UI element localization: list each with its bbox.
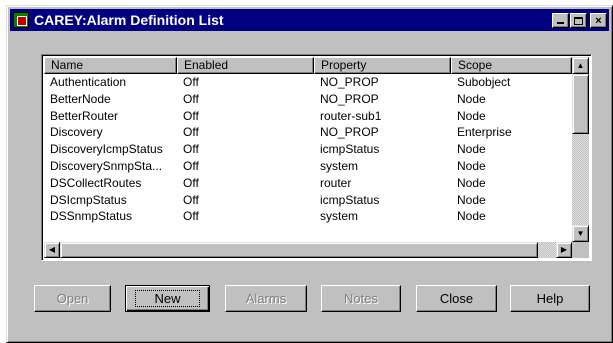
list-item[interactable]: DiscoverySnmpSta... Off system Node — [44, 158, 572, 175]
cell-name: BetterRouter — [50, 108, 119, 123]
cell-property: icmpStatus — [320, 142, 380, 157]
cell-scope: Enterprise — [457, 125, 512, 140]
cell-scope: Node — [457, 209, 486, 224]
cell-name: DiscoveryIcmpStatus — [50, 142, 163, 157]
column-header-enabled[interactable]: Enabled — [177, 57, 314, 74]
cell-name: Discovery — [50, 125, 103, 140]
list-item[interactable]: BetterRouter Off router-sub1 Node — [44, 108, 572, 125]
horizontal-scroll-thumb[interactable] — [60, 242, 538, 258]
alarm-definition-window: CAREY:Alarm Definition List × Name Enabl… — [6, 5, 613, 343]
arrow-left-icon: ◀ — [48, 245, 56, 254]
list-item[interactable]: DSIcmpStatus Off icmpStatus Node — [44, 192, 572, 209]
list-item[interactable]: Discovery Off NO_PROP Enterprise — [44, 124, 572, 141]
close-icon: × — [595, 14, 602, 27]
notes-button[interactable]: Notes — [321, 285, 401, 312]
cell-name: Authentication — [50, 75, 127, 89]
alarms-button-label: Alarms — [245, 291, 287, 306]
arrow-down-icon: ▼ — [576, 228, 585, 238]
list-item[interactable]: DSSnmpStatus Off system Node — [44, 208, 572, 225]
cell-enabled: Off — [183, 192, 199, 207]
cell-scope: Node — [457, 108, 486, 123]
list-content: Name Enabled Property Scope Authenticati… — [44, 57, 572, 242]
list-item[interactable]: Authentication Off NO_PROP Subobject — [44, 74, 572, 91]
cell-name: BetterNode — [50, 91, 111, 106]
close-window-button[interactable]: × — [590, 12, 607, 28]
window-title: CAREY:Alarm Definition List — [34, 12, 224, 28]
cell-property: router-sub1 — [320, 108, 382, 123]
cell-scope: Node — [457, 192, 486, 207]
cell-property: NO_PROP — [320, 125, 379, 140]
list-item[interactable]: DSCollectRoutes Off router Node — [44, 175, 572, 192]
column-header-property[interactable]: Property — [314, 57, 451, 74]
arrow-up-icon: ▲ — [576, 60, 585, 70]
horizontal-scrollbar[interactable]: ◀ ▶ — [44, 242, 572, 258]
maximize-icon — [574, 16, 583, 25]
cell-enabled: Off — [183, 91, 199, 106]
arrow-right-icon: ▶ — [560, 245, 568, 254]
list-rows: Authentication Off NO_PROP Subobject BetterN… — [44, 74, 572, 225]
cell-name: DiscoverySnmpSta... — [50, 158, 163, 173]
cell-enabled: Off — [183, 209, 199, 224]
cell-property: NO_PROP — [320, 91, 379, 106]
cell-enabled: Off — [183, 175, 199, 190]
cell-property: system — [320, 209, 359, 224]
alarms-button[interactable]: Alarms — [225, 285, 307, 312]
cell-enabled: Off — [183, 75, 199, 89]
app-icon[interactable] — [13, 12, 29, 28]
scroll-up-button[interactable]: ▲ — [572, 57, 589, 74]
scroll-corner — [572, 242, 589, 258]
cell-name: DSIcmpStatus — [50, 192, 127, 207]
open-button-label: Open — [56, 291, 89, 306]
cell-enabled: Off — [183, 158, 199, 173]
new-button[interactable]: New — [125, 285, 210, 312]
close-button-label: Close — [439, 291, 474, 306]
list-item[interactable]: BetterNode Off NO_PROP Node — [44, 91, 572, 108]
cell-property: NO_PROP — [320, 75, 379, 89]
open-button[interactable]: Open — [34, 285, 111, 312]
cell-property: system — [320, 158, 359, 173]
list-header: Name Enabled Property Scope — [44, 57, 572, 74]
column-header-scope[interactable]: Scope — [451, 57, 572, 74]
cell-name: DSSnmpStatus — [50, 209, 133, 224]
minimize-button[interactable] — [552, 12, 569, 28]
new-button-label: New — [135, 290, 200, 307]
list-item[interactable]: DiscoveryIcmpStatus Off icmpStatus Node — [44, 141, 572, 158]
cell-scope: Subobject — [457, 75, 511, 89]
vertical-scroll-thumb[interactable] — [572, 74, 589, 134]
cell-property: icmpStatus — [320, 192, 380, 207]
scroll-down-button[interactable]: ▼ — [572, 225, 589, 242]
cell-property: router — [320, 175, 352, 190]
cell-name: DSCollectRoutes — [50, 175, 142, 190]
help-button[interactable]: Help — [510, 285, 590, 312]
scroll-right-button[interactable]: ▶ — [556, 242, 572, 258]
vertical-scrollbar[interactable]: ▲ ▼ — [572, 57, 589, 242]
cell-scope: Node — [457, 175, 486, 190]
alarm-definition-list[interactable]: Name Enabled Property Scope Authenticati… — [41, 54, 592, 261]
notes-button-label: Notes — [344, 291, 378, 306]
close-button[interactable]: Close — [416, 285, 497, 312]
scroll-left-button[interactable]: ◀ — [44, 242, 60, 258]
title-bar[interactable]: CAREY:Alarm Definition List × — [10, 9, 609, 31]
cell-enabled: Off — [183, 108, 199, 123]
cell-scope: Node — [457, 91, 486, 106]
minimize-icon — [557, 21, 564, 24]
cell-enabled: Off — [183, 125, 199, 140]
maximize-button[interactable] — [570, 12, 587, 28]
cell-scope: Node — [457, 158, 486, 173]
cell-enabled: Off — [183, 142, 199, 157]
column-header-name[interactable]: Name — [44, 57, 177, 74]
cell-scope: Node — [457, 142, 486, 157]
help-button-label: Help — [536, 291, 564, 306]
